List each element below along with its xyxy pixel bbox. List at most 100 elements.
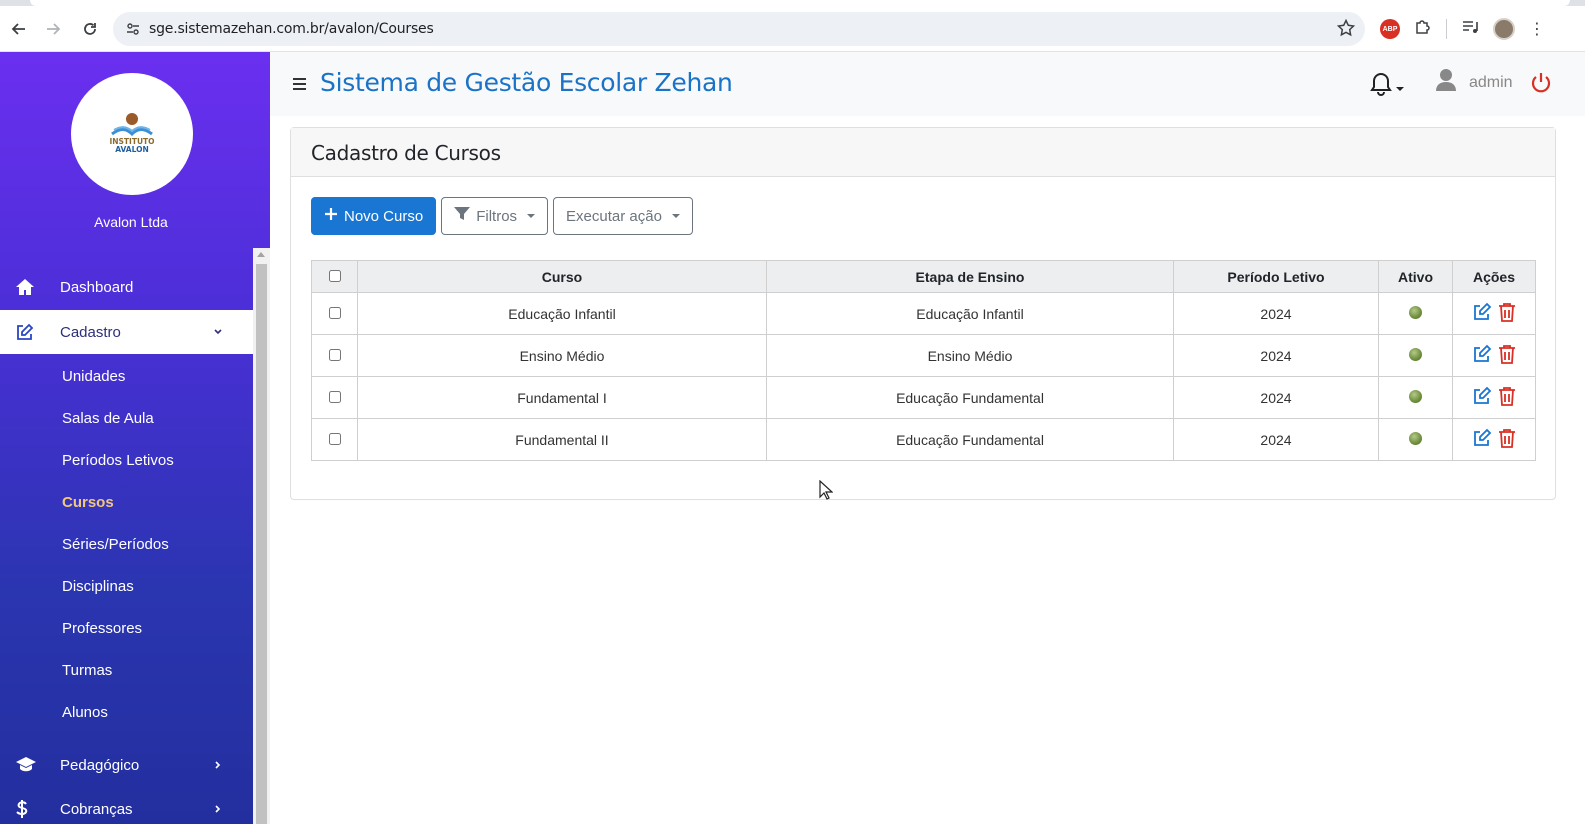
site-info-icon[interactable] [117, 22, 149, 36]
svg-text:AVALON: AVALON [115, 145, 149, 154]
cell-acoes [1452, 418, 1536, 461]
new-course-label: Novo Curso [344, 207, 424, 225]
table-header-row: Curso Etapa de Ensino Período Letivo Ati… [311, 260, 1536, 293]
cell-periodo: 2024 [1173, 292, 1379, 335]
row-select-cell [311, 334, 358, 377]
row-checkbox[interactable] [328, 348, 341, 361]
sidebar: INSTITUTO AVALON Avalon Ltda Dashboard C… [0, 52, 270, 824]
sidebar-item-label: Dashboard [60, 278, 134, 296]
cell-ativo [1378, 292, 1453, 335]
cell-periodo: 2024 [1173, 418, 1379, 461]
notifications-button[interactable] [1370, 72, 1404, 101]
top-navbar: Sistema de Gestão Escolar Zehan admin [270, 52, 1585, 116]
select-all-checkbox[interactable] [328, 269, 341, 282]
caret-down-icon [1396, 86, 1404, 91]
hamburger-menu-icon[interactable] [293, 78, 306, 93]
column-header-periodo[interactable]: Período Letivo [1173, 260, 1379, 293]
sidebar-scrollbar-thumb[interactable] [256, 264, 267, 824]
browser-menu-icon[interactable]: ⋮ [1529, 19, 1545, 39]
cell-periodo: 2024 [1173, 376, 1379, 419]
edit-icon [0, 323, 60, 342]
new-course-button[interactable]: Novo Curso [311, 197, 437, 235]
edit-icon[interactable] [1472, 386, 1492, 409]
media-control-icon[interactable] [1461, 18, 1479, 41]
company-name: Avalon Ltda [94, 214, 168, 230]
row-checkbox[interactable] [328, 432, 341, 445]
scroll-up-arrow-icon[interactable] [257, 252, 265, 257]
submenu-item-salas[interactable]: Salas de Aula [62, 410, 154, 427]
cell-curso: Fundamental I [357, 376, 767, 419]
back-icon[interactable] [0, 11, 36, 47]
sidebar-item-cobrancas[interactable]: Cobranças [0, 787, 253, 824]
edit-icon[interactable] [1472, 302, 1492, 325]
row-checkbox[interactable] [328, 390, 341, 403]
address-bar[interactable]: sge.sistemazehan.com.br/avalon/Courses [113, 12, 1365, 46]
cell-ativo [1378, 418, 1453, 461]
row-select-cell [311, 292, 358, 335]
toolbar-separator [1446, 19, 1447, 39]
submenu-item-disciplinas[interactable]: Disciplinas [62, 578, 134, 595]
sidebar-item-label: Cadastro [60, 323, 121, 341]
trash-icon[interactable] [1498, 428, 1516, 451]
sidebar-item-cadastro[interactable]: Cadastro [0, 310, 253, 354]
filters-label: Filtros [476, 207, 518, 225]
row-checkbox[interactable] [328, 306, 341, 319]
courses-card: Cadastro de Cursos Novo Curso Filtros Ex… [290, 127, 1556, 500]
submenu-item-cursos[interactable]: Cursos [62, 494, 114, 511]
browser-toolbar: sge.sistemazehan.com.br/avalon/Courses A… [0, 6, 1585, 52]
cell-etapa: Ensino Médio [766, 334, 1174, 377]
reload-icon[interactable] [72, 11, 108, 47]
sidebar-item-dashboard[interactable]: Dashboard [0, 265, 253, 309]
active-status-dot-icon [1409, 431, 1422, 445]
app-title: Sistema de Gestão Escolar Zehan [320, 68, 733, 97]
cell-periodo: 2024 [1173, 334, 1379, 377]
logout-power-icon[interactable] [1530, 72, 1552, 99]
dollar-icon [0, 799, 60, 819]
user-menu[interactable]: admin [1435, 68, 1513, 97]
execute-action-button[interactable]: Executar ação [553, 197, 693, 235]
adblock-icon[interactable]: ABP [1380, 19, 1400, 39]
cell-acoes [1452, 292, 1536, 335]
plus-icon [324, 207, 338, 225]
active-status-dot-icon [1409, 389, 1422, 403]
chevron-right-icon [213, 757, 223, 774]
table-row: Fundamental II Educação Fundamental 2024 [311, 418, 1536, 461]
user-name: admin [1469, 73, 1513, 91]
submenu-item-series[interactable]: Séries/Períodos [62, 536, 169, 553]
column-header-ativo[interactable]: Ativo [1378, 260, 1453, 293]
url-text[interactable]: sge.sistemazehan.com.br/avalon/Courses [149, 21, 434, 37]
extensions-area: ABP ⋮ [1380, 12, 1545, 46]
submenu-item-unidades[interactable]: Unidades [62, 368, 125, 385]
profile-avatar[interactable] [1493, 18, 1515, 40]
cell-etapa: Educação Fundamental [766, 376, 1174, 419]
trash-icon[interactable] [1498, 344, 1516, 367]
trash-icon[interactable] [1498, 302, 1516, 325]
column-header-curso[interactable]: Curso [357, 260, 767, 293]
company-logo: INSTITUTO AVALON [71, 73, 193, 195]
forward-icon[interactable] [36, 11, 72, 47]
table-row: Educação Infantil Educação Infantil 2024 [311, 292, 1536, 335]
submenu-item-turmas[interactable]: Turmas [62, 662, 112, 679]
caret-down-icon [671, 214, 680, 218]
extensions-puzzle-icon[interactable] [1414, 18, 1432, 41]
active-status-dot-icon [1409, 347, 1422, 361]
submenu-item-professores[interactable]: Professores [62, 620, 142, 637]
chevron-right-icon [213, 801, 223, 818]
sidebar-item-pedagogico[interactable]: Pedagógico [0, 743, 253, 787]
filters-button[interactable]: Filtros [441, 197, 549, 235]
cell-curso: Ensino Médio [357, 334, 767, 377]
cell-curso: Fundamental II [357, 418, 767, 461]
submenu-item-alunos[interactable]: Alunos [62, 704, 108, 721]
edit-icon[interactable] [1472, 428, 1492, 451]
select-all-cell [311, 260, 358, 293]
column-header-etapa[interactable]: Etapa de Ensino [766, 260, 1174, 293]
trash-icon[interactable] [1498, 386, 1516, 409]
edit-icon[interactable] [1472, 344, 1492, 367]
cell-etapa: Educação Infantil [766, 292, 1174, 335]
cell-ativo [1378, 334, 1453, 377]
bookmark-star-icon[interactable] [1336, 18, 1356, 42]
filter-icon [454, 207, 471, 225]
submenu-item-periodos[interactable]: Períodos Letivos [62, 452, 174, 469]
cell-etapa: Educação Fundamental [766, 418, 1174, 461]
mouse-cursor-icon [819, 479, 834, 505]
